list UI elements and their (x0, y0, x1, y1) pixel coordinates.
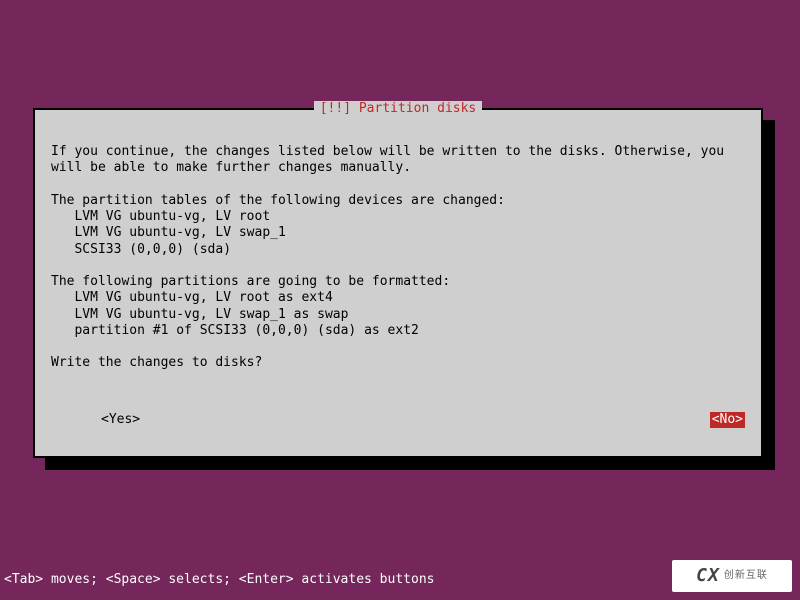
tables-header: The partition tables of the following de… (51, 193, 505, 208)
tables-item: LVM VG ubuntu-vg, LV root (74, 209, 270, 224)
tables-item: LVM VG ubuntu-vg, LV swap_1 (74, 225, 285, 240)
watermark-logo: CX (696, 565, 720, 588)
no-button[interactable]: <No> (710, 412, 745, 428)
format-item: partition #1 of SCSI33 (0,0,0) (sda) as … (74, 323, 418, 338)
format-item: LVM VG ubuntu-vg, LV swap_1 as swap (74, 307, 348, 322)
yes-button[interactable]: <Yes> (51, 412, 140, 428)
footer-hint: <Tab> moves; <Space> selects; <Enter> ac… (4, 572, 434, 588)
format-header: The following partitions are going to be… (51, 274, 450, 289)
watermark-text: 创新互联 (724, 570, 768, 583)
partition-dialog: [!!] Partition disks If you continue, th… (33, 108, 763, 458)
format-item: LVM VG ubuntu-vg, LV root as ext4 (74, 290, 332, 305)
dialog-title: [!!] Partition disks (314, 101, 483, 117)
watermark: CX 创新互联 (672, 560, 792, 592)
dialog-body: If you continue, the changes listed belo… (51, 144, 745, 372)
confirm-question: Write the changes to disks? (51, 355, 262, 370)
tables-item: SCSI33 (0,0,0) (sda) (74, 242, 231, 257)
dialog-buttons: <Yes> <No> (51, 412, 745, 428)
intro-text: If you continue, the changes listed belo… (51, 144, 724, 175)
